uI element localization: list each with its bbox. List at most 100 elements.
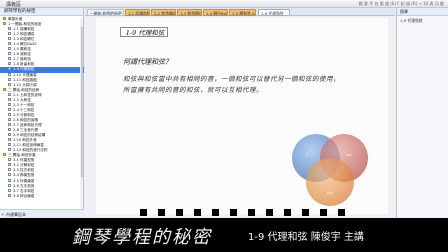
scroll-thumb[interactable]	[80, 27, 83, 177]
note-body-line-2: 所當擁有共同的音的和弦，就可以互相代理。	[123, 86, 263, 94]
caption-info: 1-9 代理和弦 陳俊宇 主講	[248, 232, 364, 243]
tab[interactable]: 1-9 代理和弦	[258, 9, 290, 16]
footer-label: 內建筆記本	[6, 212, 26, 217]
tree-item-label: 2-10 和弦外音	[13, 138, 37, 143]
tree-item-label: 1 一開始-和弦的秘密	[8, 22, 42, 27]
tab[interactable]: 1-1 認識和弦	[125, 9, 150, 16]
note-title: 1-9 代理和弦	[125, 29, 165, 37]
tree-item-label: 1-9 代理和弦	[13, 67, 35, 72]
pages-header[interactable]: 搜尋	[397, 8, 448, 16]
page-icon	[8, 37, 11, 41]
page-icon	[8, 27, 11, 31]
tree-item-label: 1-2 和弦構成	[13, 32, 35, 37]
strip-square	[266, 209, 273, 216]
tree-item-label: 3-6 左手低音	[13, 183, 35, 188]
strip-square	[320, 209, 327, 216]
page-icon	[8, 168, 11, 172]
strip-square	[338, 209, 345, 216]
tree-item-label: 2-12 和弦的進行法則	[13, 148, 48, 153]
page-icon	[8, 138, 11, 142]
note-heading: 何謂代理和弦？	[123, 58, 172, 66]
page-icon	[8, 97, 11, 101]
note-body-line-1: 和弦與和弦當中共有相同的音，一個和弦可以替代另一個和弦的使用，	[123, 75, 340, 83]
strip-square	[284, 209, 291, 216]
page-icon	[8, 82, 11, 86]
page-icon	[8, 62, 11, 66]
folder-icon	[3, 22, 6, 26]
page-icon	[8, 163, 11, 167]
add-icon[interactable]: +	[1, 210, 4, 218]
notebook-pane: 鋼琴學程的秘密 學習計畫 1 一開始-和弦的秘密 1-1 認識和弦 1-2 和弦構成 1…	[0, 8, 84, 218]
tab[interactable]: 1-3 和弦轉位	[177, 9, 202, 16]
note-title-box: 1-9 代理和弦	[120, 27, 168, 37]
folder-icon	[3, 17, 6, 20]
tree-item-label: 3-5 伴奏練習	[13, 178, 35, 183]
tree-item-label: 學習計畫	[8, 17, 23, 21]
tree-item-label: 1-12 大調小調	[13, 82, 37, 87]
page-icon	[8, 47, 11, 51]
strip-square	[158, 209, 165, 216]
tab[interactable]: 1-2 和弦構成	[151, 9, 176, 16]
tree-item-label: 3-4 節奏型態	[13, 173, 35, 178]
tree-item-label: 2-2 九和弦	[13, 97, 31, 102]
tree-item-label: 1-1 認識和弦	[13, 27, 35, 32]
video-caption: 鋼琴學程的秘密 1-9 代理和弦 陳俊宇 主講	[0, 218, 448, 252]
section-tree: 學習計畫 1 一開始-和弦的秘密 1-1 認識和弦 1-2 和弦構成 1-3 和弦轉位 1…	[0, 17, 84, 199]
tree-item-label: 1-5 屬和弦	[13, 47, 31, 52]
tree-item-label: 2-6 和弦的省略	[13, 117, 38, 122]
page-icon	[8, 128, 11, 132]
venn-circle-em	[306, 158, 354, 206]
strip-square	[212, 209, 219, 216]
page-icon	[8, 122, 11, 126]
page-icon	[8, 173, 11, 177]
title-bar: 講義區 開 發 平 台 版 號 (E) F 紀 錄 (R) → 10 表 功 能	[0, 0, 448, 8]
page-icon	[8, 178, 11, 182]
tree-item-label: 2-9 和弦的延伸結構	[13, 133, 46, 138]
tree-item-label: 2-5 分數和弦	[13, 112, 35, 117]
tree-item-label: 2-3 十一和弦	[13, 102, 35, 107]
tree-item-label: 2-11 和弦延伸練習	[13, 143, 44, 148]
tree-item-label: 1-4 轉位BASS	[13, 42, 37, 47]
tree-item-label: 1-7 增和弦	[13, 57, 31, 62]
page-icon	[8, 107, 11, 111]
page-icon	[8, 92, 11, 96]
strip-square	[230, 209, 237, 216]
notebook-header[interactable]: 鋼琴學程的秘密	[0, 8, 83, 16]
notebook-footer[interactable]: + 內建筆記本	[0, 209, 84, 218]
page-icon	[8, 67, 11, 71]
tab[interactable]: 1-4 轉位BASS	[203, 9, 228, 16]
page-icon	[8, 143, 11, 147]
page-icon	[8, 133, 11, 137]
page-icon	[8, 158, 11, 162]
tree-item-label: 3-1 伴奏型態	[13, 158, 35, 163]
tree-item-label: 1-3 和弦轉位	[13, 37, 35, 42]
page-icon	[8, 102, 11, 106]
strip-square	[194, 209, 201, 216]
page-entry[interactable]: 1-9 代理和弦	[397, 16, 448, 26]
tree-item-label: 3-7 右手和弦	[13, 188, 35, 193]
tree-item-label: 二 開始-和弦的延伸	[8, 87, 40, 92]
tree-item-label: 1-11 和弦圓圈	[13, 77, 37, 82]
tab[interactable]: 1-5 屬和弦 A	[229, 9, 256, 16]
page-icon	[8, 183, 11, 187]
venn-diagram: C Am Em	[292, 134, 368, 206]
tab[interactable]: 一開始-和弦的秘密	[87, 9, 124, 16]
page-icon	[8, 72, 11, 76]
page-icon	[8, 112, 11, 116]
tree-item-label: 2-4 十三和弦	[13, 107, 35, 112]
tree-item[interactable]: 3-8 綜合練習	[0, 193, 84, 199]
page-icon	[8, 188, 11, 192]
strip-square	[176, 209, 183, 216]
tree-item-label: 三 開始-和弦伴奏	[8, 153, 36, 158]
tree-item-label: 1-10 代理練習	[13, 72, 37, 77]
film-strip	[140, 209, 360, 218]
tree-scrollbar[interactable]	[80, 17, 83, 217]
page-icon	[8, 32, 11, 36]
tree-item-label: 3-2 分解和弦	[13, 163, 35, 168]
page-icon	[8, 77, 11, 81]
note-page[interactable]: 1-9 代理和弦 何謂代理和弦？ 和弦與和弦當中共有相同的音，一個和弦可以替代另…	[96, 18, 388, 214]
page-icon	[8, 117, 11, 121]
title-right-text: 開 發 平 台 版 號 (E) F 紀 錄 (R) → 10 表 功 能	[358, 1, 444, 6]
page-icon	[8, 193, 11, 197]
tree-item-label: 2-1 七和弦的延伸	[13, 92, 42, 97]
